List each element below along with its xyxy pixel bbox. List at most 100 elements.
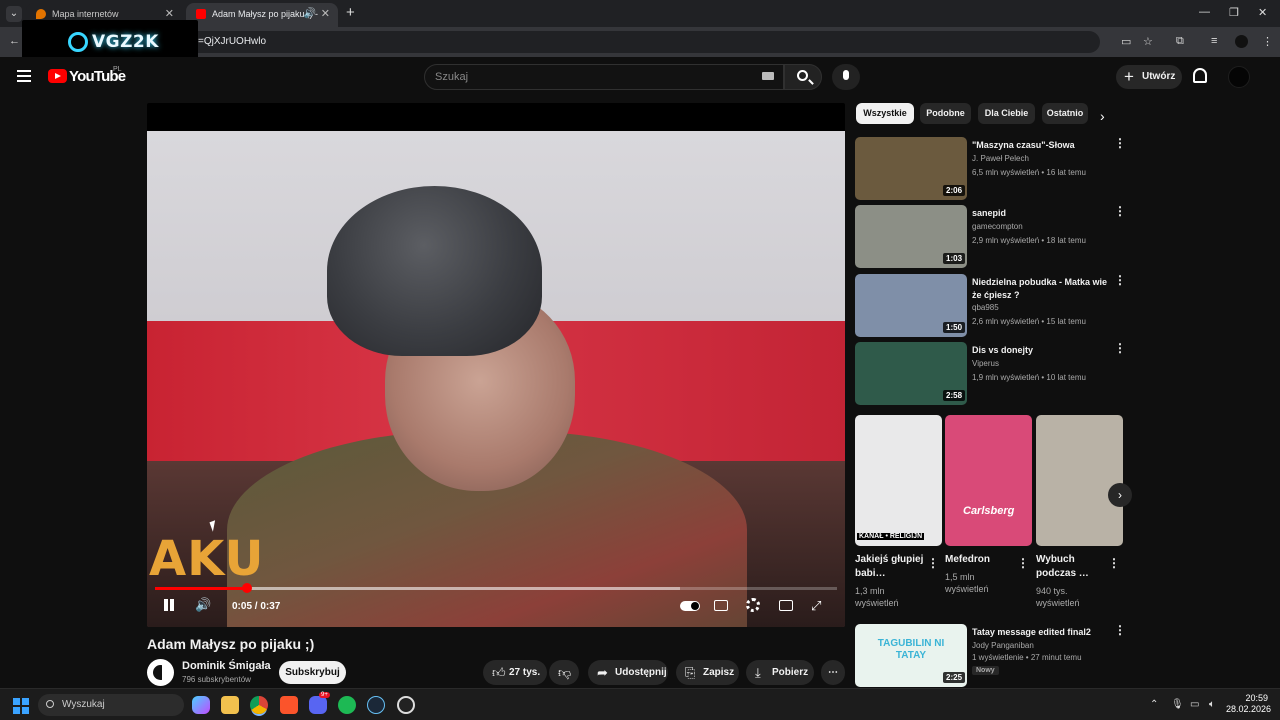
autoplay-toggle[interactable]: [680, 601, 700, 611]
recommendation-item[interactable]: 1:03 sanepid gamecompton 2,9 mln wyświet…: [855, 205, 1130, 269]
microphone-icon[interactable]: 🎙︎: [1171, 699, 1184, 710]
download-button[interactable]: ⤓ Pobierz: [746, 660, 814, 685]
recommendation-item[interactable]: TAGUBILIN NI TATAY 2:25 Tatay message ed…: [855, 624, 1130, 688]
close-tab-icon[interactable]: ✕: [321, 3, 330, 25]
taskbar-search[interactable]: Wyszukaj: [38, 694, 184, 716]
settings-gear-icon[interactable]: [746, 598, 760, 612]
short-thumbnail[interactable]: [1036, 415, 1123, 546]
recommendation-channel[interactable]: Jody Panganiban: [972, 641, 1034, 650]
theater-mode-icon[interactable]: [779, 600, 793, 611]
minimize-icon[interactable]: —: [1199, 6, 1210, 18]
clock-time: 20:59: [1245, 693, 1268, 703]
extensions-icon[interactable]: ⧉: [1176, 35, 1184, 48]
volume-icon[interactable]: 🔊: [195, 597, 211, 613]
channel-name[interactable]: Dominik Śmigała: [182, 660, 271, 672]
fullscreen-icon[interactable]: ⤢: [811, 598, 821, 614]
new-tab-button[interactable]: +: [346, 4, 355, 21]
profile-icon[interactable]: [1235, 35, 1248, 48]
channel-avatar[interactable]: [147, 659, 174, 686]
recommendation-item[interactable]: 1:50 Niedzielna pobudka - Matka wie że ć…: [855, 274, 1130, 338]
short-thumbnail[interactable]: Carlsberg: [945, 415, 1032, 546]
recommendation-channel[interactable]: gamecompton: [972, 222, 1023, 231]
short-title[interactable]: Mefedron: [945, 553, 1015, 567]
more-options-icon[interactable]: ⋮: [1114, 342, 1126, 354]
shorts-next-arrow-icon[interactable]: ›: [1108, 483, 1132, 507]
url-text: =QjXJrUOHwlo: [198, 36, 267, 47]
pause-icon[interactable]: [163, 599, 175, 611]
recommendation-channel[interactable]: J. Paweł Pelech: [972, 154, 1029, 163]
copilot-icon[interactable]: [192, 696, 210, 714]
more-options-icon[interactable]: ⋮: [1114, 205, 1126, 217]
progress-scrubber[interactable]: [242, 583, 253, 593]
chevron-up-icon[interactable]: ⌃: [1150, 699, 1158, 710]
chrome-icon[interactable]: [250, 696, 268, 714]
short-title[interactable]: Jakiejś głupiej babi…: [855, 553, 925, 581]
recommendation-title[interactable]: Niedzielna pobudka - Matka wie że ćpiesz…: [972, 276, 1112, 302]
system-clock[interactable]: 20:59 28.02.2026: [1226, 693, 1271, 715]
account-avatar[interactable]: [1228, 66, 1250, 88]
recommendation-title[interactable]: sanepid: [972, 207, 1112, 220]
discord-icon[interactable]: 9+: [309, 692, 330, 714]
recommendation-channel[interactable]: Viperus: [972, 359, 999, 368]
spotify-icon[interactable]: [338, 696, 356, 714]
restore-icon[interactable]: ❐: [1229, 6, 1239, 19]
hamburger-menu-icon[interactable]: [17, 70, 31, 82]
back-icon[interactable]: ←: [9, 35, 20, 47]
windows-start-icon[interactable]: [13, 698, 29, 714]
chip-all[interactable]: Wszystkie: [856, 103, 914, 124]
audio-playing-icon[interactable]: 🔊: [304, 3, 316, 25]
progress-bar[interactable]: [155, 583, 837, 593]
media-control-icon[interactable]: ≡: [1211, 35, 1217, 47]
share-button[interactable]: ➦ Udostępnij: [588, 660, 668, 685]
cast-icon[interactable]: ▭: [1121, 35, 1131, 48]
save-button[interactable]: ⎘ Zapisz: [676, 660, 739, 685]
notifications-bell-icon[interactable]: [1193, 68, 1207, 83]
subtitles-icon[interactable]: [714, 600, 728, 611]
search-input[interactable]: Szukaj: [424, 64, 784, 90]
more-options-icon[interactable]: ⋮: [1017, 557, 1029, 569]
short-thumbnail[interactable]: KANAŁ • RELIGIJN: [855, 415, 942, 546]
video-player[interactable]: AKU 🔊 0:05 / 0:37 ⤢: [147, 103, 845, 627]
short-title[interactable]: Wybuch podczas …: [1036, 553, 1106, 581]
search-button[interactable]: [784, 64, 822, 90]
recommendation-channel[interactable]: qba985: [972, 303, 999, 312]
address-bar[interactable]: =QjXJrUOHwlo: [100, 31, 1100, 53]
person-beanie: [327, 186, 542, 356]
dislike-button[interactable]: 👎︎: [549, 660, 579, 685]
chrome-menu-icon[interactable]: ⋮: [1262, 35, 1273, 48]
chip-related[interactable]: Podobne: [920, 103, 971, 124]
chip-recent[interactable]: Ostatnio: [1042, 103, 1088, 124]
more-options-icon[interactable]: ⋮: [1114, 274, 1126, 286]
more-actions-button[interactable]: ⋯: [821, 660, 845, 685]
bookmark-star-icon[interactable]: ☆: [1143, 35, 1153, 48]
voice-search-button[interactable]: [832, 64, 860, 90]
video-frame[interactable]: AKU: [147, 131, 845, 627]
short-views: 1,5 mln wyświetleń: [945, 572, 989, 594]
tab-search-menu-button[interactable]: ⌄: [6, 6, 22, 22]
steam-icon[interactable]: [367, 696, 385, 714]
subscribe-button[interactable]: Subskrybuj: [279, 661, 346, 684]
display-icon[interactable]: ▭: [1190, 699, 1199, 710]
close-window-icon[interactable]: ✕: [1258, 6, 1267, 19]
recommendation-title[interactable]: Tatay message edited final2: [972, 626, 1112, 639]
more-options-icon[interactable]: ⋮: [1114, 624, 1126, 636]
recommendation-title[interactable]: Dis vs donejty: [972, 344, 1112, 357]
create-button[interactable]: + Utwórz: [1116, 65, 1182, 89]
camera-logo-icon: [68, 32, 88, 52]
file-explorer-icon[interactable]: [221, 696, 239, 714]
recommendation-title[interactable]: "Maszyna czasu"-Słowa: [972, 139, 1112, 152]
browser-tab-youtube[interactable]: Adam Małysz po pijaku ;) - 🔊 ✕: [186, 3, 338, 27]
keyboard-icon[interactable]: [762, 72, 774, 80]
recommendation-item[interactable]: 2:06 "Maszyna czasu"-Słowa J. Paweł Pele…: [855, 137, 1130, 201]
brave-icon[interactable]: [280, 696, 298, 714]
more-options-icon[interactable]: ⋮: [1114, 137, 1126, 149]
more-options-icon[interactable]: ⋮: [1108, 557, 1120, 569]
obs-icon[interactable]: [397, 696, 415, 714]
chip-for-you[interactable]: Dla Ciebie: [978, 103, 1035, 124]
volume-icon[interactable]: 🔈︎: [1209, 699, 1215, 710]
youtube-logo-icon[interactable]: [48, 69, 67, 83]
chevron-right-icon[interactable]: ›: [1100, 108, 1105, 124]
more-options-icon[interactable]: ⋮: [927, 557, 939, 569]
recommendation-item[interactable]: 2:58 Dis vs donejty Viperus 1,9 mln wyśw…: [855, 342, 1130, 406]
like-button[interactable]: 👍︎ 27 tys.: [483, 660, 547, 685]
